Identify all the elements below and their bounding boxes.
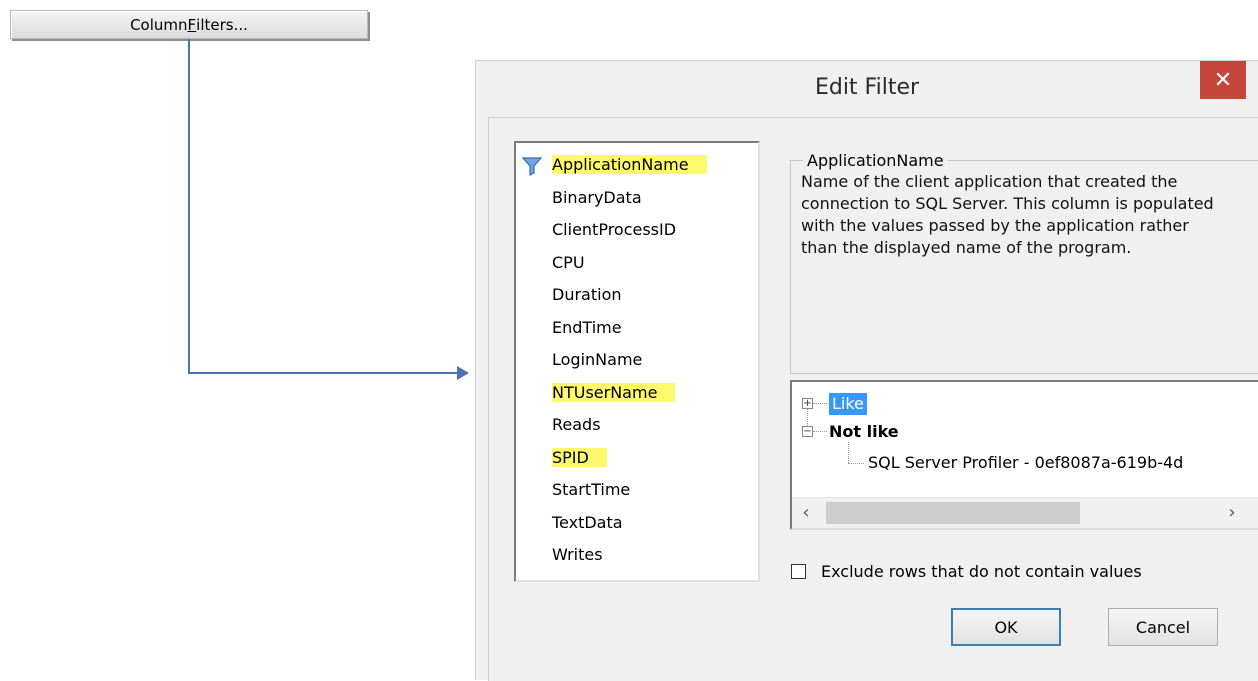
connector-line-horizontal	[188, 372, 461, 374]
tree-node-not-like-value[interactable]: SQL Server Profiler - 0ef8087a-619b-4d	[868, 452, 1183, 474]
dialog-titlebar: Edit Filter ✕	[476, 61, 1258, 117]
column-list-item-label: NTUserName	[552, 382, 676, 402]
tree-line	[813, 431, 827, 432]
dialog-title: Edit Filter	[814, 75, 920, 100]
column-list-item-label: TextData	[552, 512, 623, 532]
column-list-item[interactable]: StartTime	[552, 479, 630, 501]
column-list-item-label: Reads	[552, 415, 601, 434]
tree-node-not-like[interactable]: Not like	[829, 421, 899, 443]
column-list-item[interactable]: Duration	[552, 284, 622, 306]
column-list-item[interactable]: LoginName	[552, 349, 642, 371]
exclude-rows-checkbox[interactable]	[791, 564, 806, 579]
column-list-item-label: BinaryData	[552, 187, 642, 207]
column-list-item[interactable]: BinaryData	[552, 187, 642, 209]
horizontal-scrollbar[interactable]: ‹ ›	[792, 497, 1258, 528]
column-filters-button[interactable]: Column Filters...	[10, 10, 368, 39]
column-list-item-label: LoginName	[552, 350, 643, 369]
dialog-client-area: ApplicationName BinaryData ClientProcessID…	[488, 117, 1258, 681]
column-list-item[interactable]: SPID	[552, 447, 607, 469]
tree-line	[813, 403, 827, 404]
column-filters-accel: F	[187, 15, 197, 34]
column-list-item[interactable]: TextData	[552, 512, 623, 534]
column-list-item-label: SPID	[552, 447, 607, 467]
connector-line-vertical	[188, 39, 190, 373]
exclude-rows-row[interactable]: Exclude rows that do not contain values	[791, 562, 1142, 581]
column-list-item-label: Writes	[552, 545, 603, 564]
tree-node-like[interactable]: Like	[829, 393, 867, 415]
tree-line	[807, 409, 808, 426]
column-filters-label-a: Column	[130, 15, 188, 34]
scroll-thumb[interactable]	[826, 502, 1080, 524]
column-list-item-label: ClientProcessID	[552, 220, 677, 239]
column-filters-label-b: ilters...	[196, 15, 248, 34]
column-list-item[interactable]: ClientProcessID	[552, 219, 676, 241]
column-list-item[interactable]: EndTime	[552, 317, 622, 339]
criteria-tree[interactable]: + Like − Not like SQL Server Profiler - …	[790, 380, 1258, 530]
exclude-rows-label[interactable]: Exclude rows that do not contain values	[821, 562, 1142, 581]
close-button[interactable]: ✕	[1200, 61, 1246, 99]
column-list-item-label: EndTime	[552, 317, 622, 337]
tree-line	[848, 463, 864, 464]
scroll-right-icon[interactable]: ›	[1222, 501, 1242, 525]
ok-button[interactable]: OK	[951, 608, 1061, 646]
edit-filter-dialog: Edit Filter ✕ ApplicationName BinaryData C…	[475, 60, 1258, 681]
column-list-item-label: StartTime	[552, 480, 631, 499]
close-icon: ✕	[1213, 67, 1233, 93]
connector-arrow-head	[457, 366, 469, 380]
column-list-item[interactable]: ApplicationName	[552, 154, 707, 176]
group-title: ApplicationName	[803, 151, 948, 170]
column-list-item-label: Duration	[552, 285, 622, 304]
description-group: ApplicationName Name of the client appli…	[790, 151, 1258, 374]
column-list-item[interactable]: NTUserName	[552, 382, 676, 404]
cancel-button[interactable]: Cancel	[1108, 608, 1218, 646]
funnel-icon	[522, 157, 542, 176]
column-list[interactable]: ApplicationName BinaryData ClientProcessID…	[514, 141, 760, 582]
column-list-item[interactable]: Writes	[552, 544, 603, 566]
column-list-item-label: CPU	[552, 252, 585, 272]
column-description: Name of the client application that crea…	[801, 172, 1214, 257]
expand-like-icon[interactable]: +	[802, 398, 813, 409]
column-list-item[interactable]: Reads	[552, 414, 601, 436]
column-list-item-label: ApplicationName	[552, 155, 707, 174]
collapse-not-like-icon[interactable]: −	[802, 426, 813, 437]
column-list-item[interactable]: CPU	[552, 252, 585, 274]
tree-line	[848, 442, 849, 463]
scroll-left-icon[interactable]: ‹	[796, 501, 816, 525]
